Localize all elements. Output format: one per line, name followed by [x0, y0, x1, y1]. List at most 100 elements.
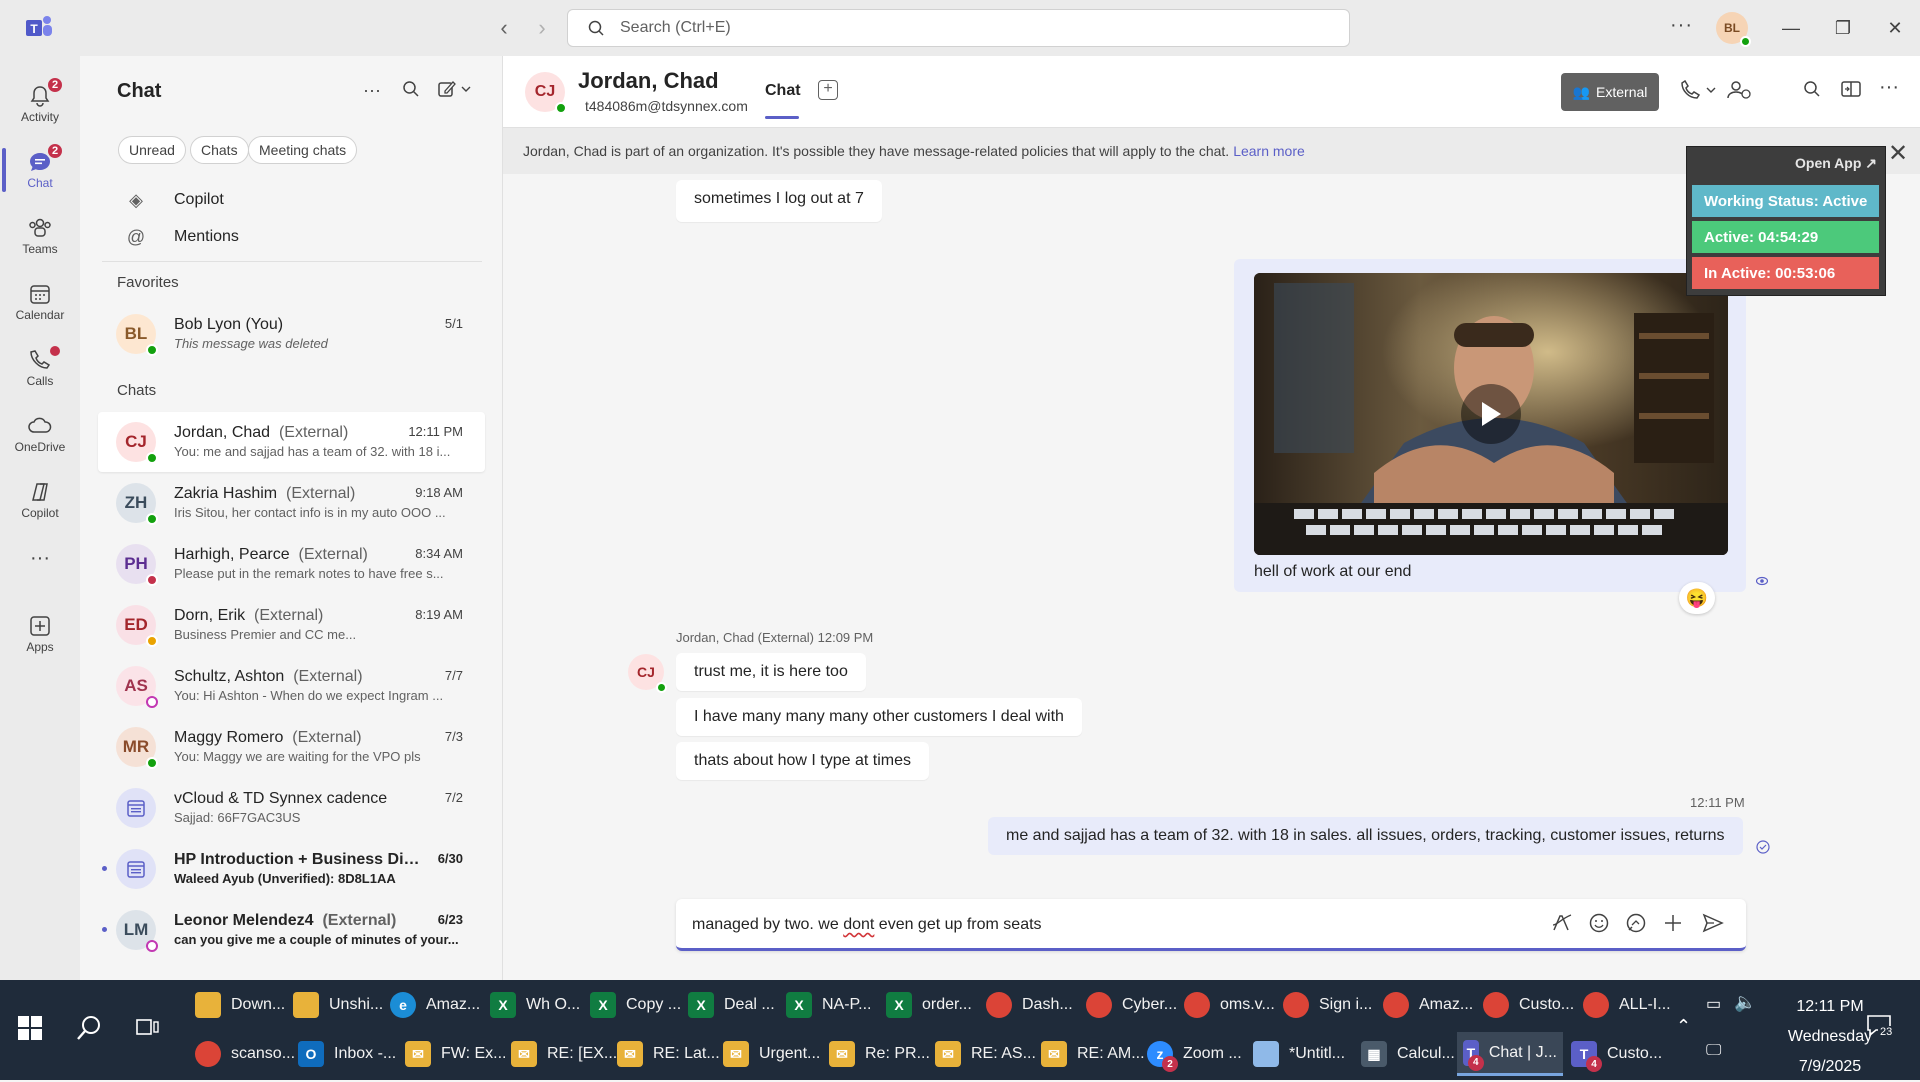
close-widget-icon[interactable]: ✕	[1888, 139, 1908, 168]
attach-plus-icon[interactable]	[1663, 913, 1683, 933]
learn-more-link[interactable]: Learn more	[1233, 143, 1305, 159]
chats-header[interactable]: Chats	[117, 382, 156, 399]
chat-item-schultz-ashton[interactable]: AS Schultz, Ashton (External) 7/7 You: H…	[98, 656, 485, 716]
people-icon[interactable]	[1727, 80, 1751, 100]
format-icon[interactable]	[1551, 913, 1573, 933]
filter-meeting-chats[interactable]: Meeting chats	[248, 136, 358, 164]
taskbar-app-downloads[interactable]: Down...	[195, 983, 285, 1027]
new-chat-icon[interactable]	[438, 80, 472, 98]
forward-button[interactable]: ›	[530, 15, 554, 40]
filter-unread[interactable]: Unread	[118, 136, 186, 164]
minimize-button[interactable]: —	[1776, 14, 1806, 42]
taskbar-app-chrome-5[interactable]: Amaz...	[1383, 983, 1473, 1027]
battery-icon[interactable]: ▭	[1706, 994, 1721, 1014]
sender-avatar[interactable]: CJ	[628, 654, 667, 693]
taskbar-app-chrome-3[interactable]: oms.v...	[1184, 983, 1275, 1027]
profile-avatar[interactable]: BL	[1716, 12, 1751, 47]
chat-item-zakria-hashim[interactable]: ZH Zakria Hashim (External) 9:18 AM Iris…	[98, 473, 485, 533]
compose-box[interactable]: managed by two. we dont even get up from…	[676, 899, 1746, 951]
contact-name[interactable]: Jordan, Chad	[578, 68, 719, 94]
loop-component-icon[interactable]	[1626, 913, 1646, 933]
emoji-icon[interactable]	[1589, 913, 1609, 933]
taskbar-app-mail-4[interactable]: ✉ Urgent...	[723, 1032, 820, 1076]
taskbar-app-excel-2[interactable]: X Copy ...	[590, 983, 681, 1027]
rail-calls[interactable]: Calls	[0, 336, 80, 398]
chat-item-bob-lyon[interactable]: BL Bob Lyon (You) 5/1 This message was d…	[98, 304, 485, 364]
notification-center-icon[interactable]: 23	[1866, 1014, 1895, 1038]
volume-icon[interactable]: 🔈	[1734, 992, 1756, 1013]
pinned-copilot[interactable]: ◈ Copilot	[102, 180, 482, 220]
task-view-icon[interactable]	[136, 1016, 160, 1038]
compose-text[interactable]: managed by two. we dont even get up from…	[692, 916, 1042, 934]
taskbar-app-excel-4[interactable]: X NA-P...	[786, 983, 872, 1027]
chat-item-vcloud-cadence[interactable]: vCloud & TD Synnex cadence 7/2 Sajjad: 6…	[98, 778, 485, 838]
taskbar-app-edge[interactable]: e Amaz...	[390, 983, 480, 1027]
chat-item-maggy-romero[interactable]: MR Maggy Romero (External) 7/3 You: Magg…	[98, 717, 485, 777]
pinned-mentions[interactable]: @ Mentions	[102, 217, 482, 257]
taskbar-app-mail-2[interactable]: ✉ RE: [EX...	[511, 1032, 617, 1076]
chat-item-jordan-chad[interactable]: CJ Jordan, Chad (External) 12:11 PM You:…	[98, 412, 485, 472]
taskbar-clock[interactable]: 12:11 PM Wednesday 7/9/2025	[1770, 992, 1890, 1082]
filter-search-icon[interactable]	[402, 80, 420, 98]
settings-more-button[interactable]: ···	[1670, 14, 1693, 37]
rail-more-button[interactable]: ···	[0, 540, 80, 576]
reaction-emoji[interactable]: 😝	[1679, 582, 1715, 614]
rail-activity[interactable]: 2 Activity	[0, 72, 80, 134]
taskbar-app-chrome-6[interactable]: Custo...	[1483, 983, 1574, 1027]
taskbar-app-calculator[interactable]: ▦ Calcul...	[1361, 1032, 1455, 1076]
taskbar-app-mail-5[interactable]: ✉ Re: PR...	[829, 1032, 930, 1076]
network-icon[interactable]: 🖵	[1706, 1042, 1721, 1060]
rail-apps[interactable]: Apps	[0, 602, 80, 664]
taskbar-app-mail-7[interactable]: ✉ RE: AM...	[1041, 1032, 1145, 1076]
chat-item-hp-introduction[interactable]: HP Introduction + Business Dis... 6/30 W…	[98, 839, 485, 899]
rail-calendar[interactable]: Calendar	[0, 270, 80, 332]
chat-list-more-button[interactable]: ···	[363, 80, 381, 101]
windows-start-icon[interactable]	[18, 1016, 42, 1040]
play-icon[interactable]	[1461, 384, 1521, 444]
call-phone-icon[interactable]	[1681, 80, 1721, 100]
close-window-button[interactable]: ✕	[1880, 14, 1910, 42]
taskbar-app-mail-1[interactable]: ✉ FW: Ex...	[405, 1032, 506, 1076]
contact-avatar[interactable]: CJ	[525, 72, 567, 114]
add-tab-icon[interactable]: +	[818, 80, 838, 100]
taskbar-app-mail-6[interactable]: ✉ RE: AS...	[935, 1032, 1036, 1076]
chat-item-harhigh-pearce[interactable]: PH Harhigh, Pearce (External) 8:34 AM Pl…	[98, 534, 485, 594]
chat-item-dorn-erik[interactable]: ED Dorn, Erik (External) 8:19 AM Busines…	[98, 595, 485, 655]
taskbar-app-teams-custo[interactable]: T 4 Custo...	[1571, 1032, 1662, 1076]
rail-chat[interactable]: 2 Chat	[0, 138, 80, 200]
taskbar-app-chrome-1[interactable]: Dash...	[986, 983, 1073, 1027]
maximize-button[interactable]: ❐	[1828, 14, 1858, 42]
rail-copilot[interactable]: Copilot	[0, 468, 80, 530]
back-button[interactable]: ‹	[492, 15, 516, 40]
tab-chat[interactable]: Chat	[765, 82, 801, 119]
filter-chats[interactable]: Chats	[190, 136, 249, 164]
taskbar-app-excel-1[interactable]: X Wh O...	[490, 983, 580, 1027]
misspelled-word[interactable]: dont	[843, 916, 874, 933]
pop-out-icon[interactable]	[1841, 80, 1861, 98]
show-hidden-icons-chevron[interactable]: ⌃	[1676, 1016, 1691, 1037]
open-app-link[interactable]: Open App ↗	[1795, 155, 1877, 172]
taskbar-app-chrome-7[interactable]: ALL-I...	[1583, 983, 1671, 1027]
taskbar-app-chrome-4[interactable]: Sign i...	[1283, 983, 1372, 1027]
video-gif-thumbnail[interactable]	[1254, 273, 1728, 555]
taskbar-app-paint[interactable]: *Untitl...	[1253, 1032, 1345, 1076]
external-button[interactable]: 👥 External	[1561, 73, 1659, 111]
more-options-icon[interactable]: ···	[1879, 76, 1899, 99]
taskbar-app-mail-3[interactable]: ✉ RE: Lat...	[617, 1032, 720, 1076]
search-in-chat-icon[interactable]	[1803, 80, 1821, 98]
taskbar-app-outlook[interactable]: O Inbox -...	[298, 1032, 396, 1076]
search-input[interactable]: Search (Ctrl+E)	[567, 9, 1350, 47]
taskbar-app-excel-3[interactable]: X Deal ...	[688, 983, 775, 1027]
send-icon[interactable]	[1702, 913, 1724, 933]
chat-item-leonor-melendez[interactable]: LM Leonor Melendez4 (External) 6/23 can …	[98, 900, 485, 960]
rail-onedrive[interactable]: OneDrive	[0, 402, 80, 464]
favorites-header[interactable]: Favorites	[117, 274, 179, 291]
taskbar-app-zoom[interactable]: z 2 Zoom ...	[1147, 1032, 1242, 1076]
taskbar-app-unshipped[interactable]: Unshi...	[293, 983, 383, 1027]
taskbar-search-icon[interactable]	[76, 1014, 104, 1042]
taskbar-app-chrome-2[interactable]: Cyber...	[1086, 983, 1177, 1027]
taskbar-app-chrome-scanso[interactable]: scanso...	[195, 1032, 295, 1076]
taskbar-app-teams-chat[interactable]: T 4 Chat | J...	[1457, 1032, 1563, 1076]
taskbar-app-excel-5[interactable]: Xorder...	[886, 983, 972, 1027]
rail-teams[interactable]: Teams	[0, 204, 80, 266]
